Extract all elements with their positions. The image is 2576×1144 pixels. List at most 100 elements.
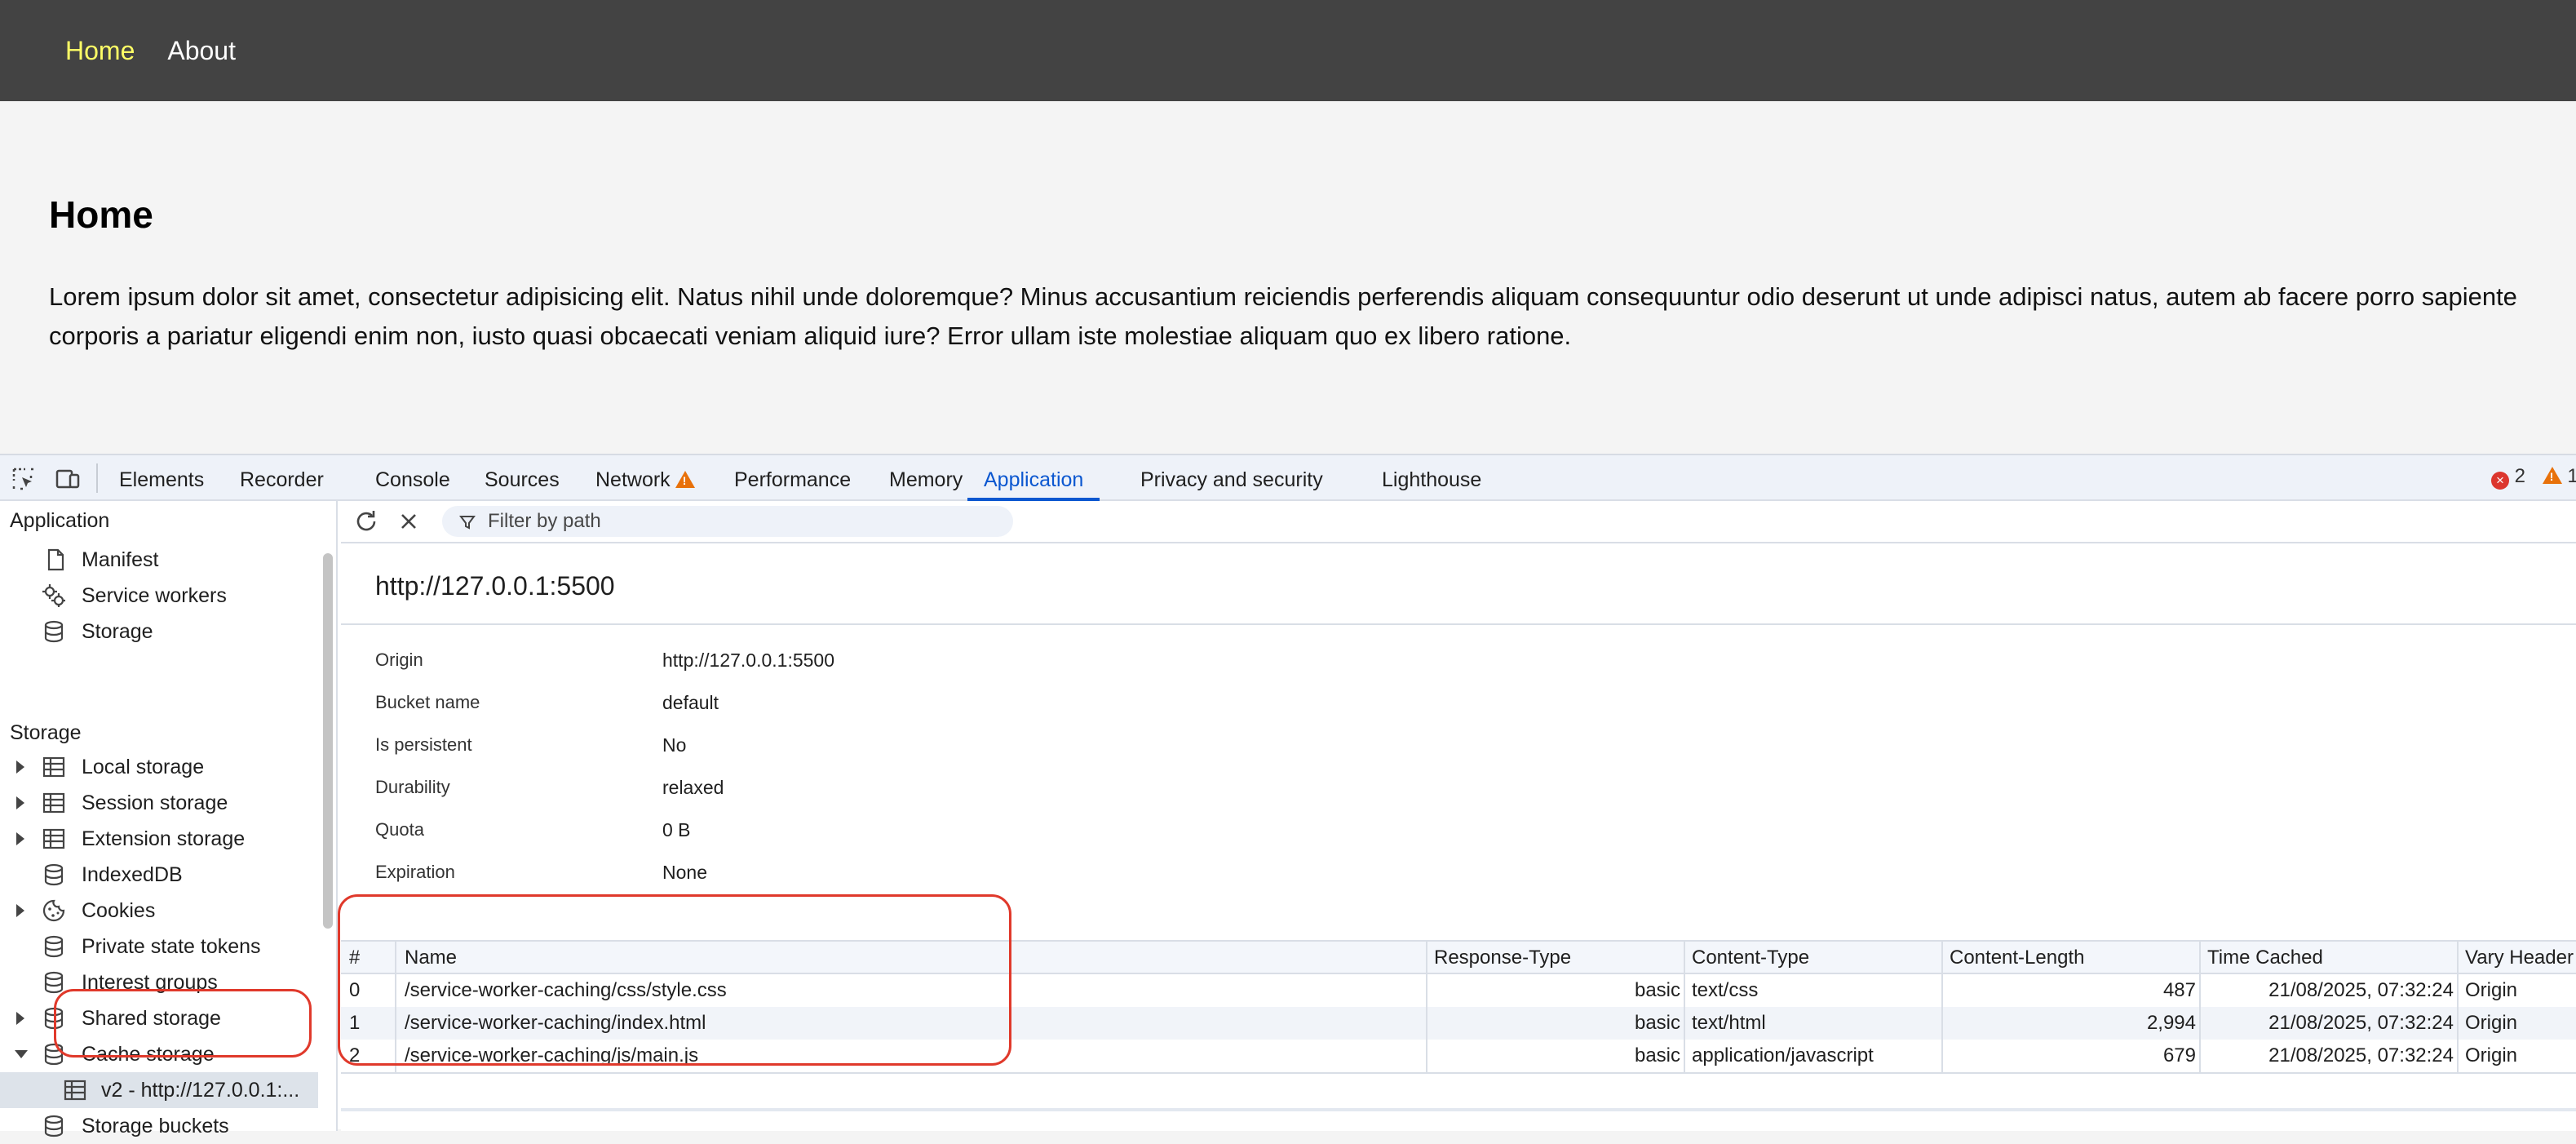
sidebar-item-label: Shared storage bbox=[82, 1006, 221, 1030]
expand-arrow-icon[interactable] bbox=[16, 832, 24, 845]
table-icon bbox=[42, 828, 65, 849]
sidebar-item-extension-storage[interactable]: Extension storage bbox=[0, 821, 318, 857]
expand-arrow-icon[interactable] bbox=[16, 904, 24, 917]
column-divider bbox=[1426, 940, 1427, 1074]
column-divider bbox=[395, 940, 396, 1074]
database-icon bbox=[44, 1007, 64, 1030]
column-header-name[interactable]: Name bbox=[405, 942, 457, 974]
tab-elements[interactable]: Elements bbox=[119, 455, 204, 501]
cell-content-length: 2,994 bbox=[2146, 1012, 2196, 1034]
database-icon bbox=[44, 971, 64, 994]
filter-input[interactable]: Filter by path bbox=[442, 506, 1013, 537]
cell-vary-header: Origin bbox=[2465, 1012, 2518, 1034]
cell-index: 1 bbox=[349, 1012, 361, 1034]
site-nav: Home About bbox=[0, 0, 2576, 101]
detail-key-origin: Origin bbox=[375, 650, 423, 670]
tab-network-label: Network bbox=[595, 468, 671, 491]
page-title: Home bbox=[49, 193, 153, 236]
tab-sources[interactable]: Sources bbox=[485, 455, 560, 501]
warning-triangle-icon: ! bbox=[675, 471, 695, 488]
tab-recorder[interactable]: Recorder bbox=[240, 455, 324, 501]
table-icon bbox=[64, 1080, 86, 1101]
sidebar-scrollbar[interactable] bbox=[323, 553, 333, 929]
sidebar-item-label: Cookies bbox=[82, 898, 156, 922]
sidebar-item-shared-storage[interactable]: Shared storage bbox=[0, 1000, 318, 1036]
divider bbox=[341, 623, 2576, 625]
column-divider bbox=[2199, 940, 2201, 1074]
expand-arrow-icon[interactable] bbox=[16, 760, 24, 774]
cell-name: /service-worker-caching/index.html bbox=[405, 1012, 706, 1034]
cell-vary-header: Origin bbox=[2465, 979, 2518, 1001]
origin-title: http://127.0.0.1:5500 bbox=[375, 571, 615, 601]
page-content: Home Lorem ipsum dolor sit amet, consect… bbox=[0, 101, 2576, 454]
sidebar-item-label: Session storage bbox=[82, 791, 228, 814]
sidebar-item-cache-v2[interactable]: v2 - http://127.0.0.1:... bbox=[0, 1072, 318, 1108]
detail-value-is-persistent: No bbox=[662, 734, 687, 756]
detail-key-is-persistent: Is persistent bbox=[375, 734, 472, 755]
column-divider bbox=[2457, 940, 2459, 1074]
sidebar-item-cookies[interactable]: Cookies bbox=[0, 893, 318, 929]
column-header-content-type[interactable]: Content-Type bbox=[1692, 942, 1809, 974]
sidebar-item-private-state-tokens[interactable]: Private state tokens bbox=[0, 929, 318, 964]
table-icon bbox=[42, 756, 65, 778]
sidebar-item-label: v2 - http://127.0.0.1:... bbox=[101, 1078, 300, 1102]
column-header-response-type[interactable]: Response-Type bbox=[1434, 942, 1571, 974]
sidebar-item-local-storage[interactable]: Local storage bbox=[0, 749, 318, 785]
nav-link-home[interactable]: Home bbox=[65, 36, 135, 66]
expand-arrow-icon[interactable] bbox=[16, 1012, 24, 1025]
sidebar-item-manifest[interactable]: Manifest bbox=[0, 542, 318, 578]
nav-link-about[interactable]: About bbox=[167, 36, 236, 66]
tab-performance[interactable]: Performance bbox=[734, 455, 851, 501]
sidebar-item-label: Manifest bbox=[82, 548, 159, 571]
devtools-tabbar: Elements Recorder Console Sources Networ… bbox=[0, 455, 2576, 501]
table-header-row: # Name Response-Type Content-Type Conten… bbox=[341, 940, 2576, 974]
table-bottom-border bbox=[341, 1072, 2576, 1074]
table-row[interactable]: 0 /service-worker-caching/css/style.css … bbox=[341, 974, 2576, 1007]
table-row[interactable]: 2 /service-worker-caching/js/main.js bas… bbox=[341, 1040, 2576, 1072]
inspect-element-icon[interactable] bbox=[10, 465, 38, 493]
sidebar-item-cache-storage[interactable]: Cache storage bbox=[0, 1036, 318, 1072]
tab-memory[interactable]: Memory bbox=[889, 455, 963, 501]
gears-icon bbox=[42, 584, 65, 607]
tab-console[interactable]: Console bbox=[375, 455, 450, 501]
cell-content-type: text/css bbox=[1692, 979, 1759, 1001]
clear-icon[interactable] bbox=[396, 509, 421, 534]
column-header-index[interactable]: # bbox=[349, 942, 360, 974]
refresh-icon[interactable] bbox=[352, 508, 380, 535]
sidebar-item-interest-groups[interactable]: Interest groups bbox=[0, 964, 318, 1000]
tab-network[interactable]: Network! bbox=[595, 455, 695, 501]
cell-content-length: 679 bbox=[2162, 1044, 2196, 1066]
sidebar-item-label: Extension storage bbox=[82, 827, 246, 850]
cell-content-length: 487 bbox=[2162, 979, 2196, 1001]
cell-response-type: basic bbox=[1634, 1044, 1680, 1066]
column-header-vary-header[interactable]: Vary Header bbox=[2465, 942, 2576, 974]
sidebar-item-session-storage[interactable]: Session storage bbox=[0, 785, 318, 821]
tab-privacy-and-security[interactable]: Privacy and security bbox=[1140, 455, 1323, 501]
detail-value-expiration: None bbox=[662, 862, 707, 883]
cell-time-cached: 21/08/2025, 07:32:24 bbox=[2268, 1012, 2454, 1034]
cell-content-type: text/html bbox=[1692, 1012, 1766, 1034]
detail-key-quota: Quota bbox=[375, 819, 424, 840]
column-header-time-cached[interactable]: Time Cached bbox=[2207, 942, 2323, 974]
device-toolbar-icon[interactable] bbox=[54, 465, 82, 493]
tab-lighthouse[interactable]: Lighthouse bbox=[1382, 455, 1481, 501]
tab-application[interactable]: Application bbox=[967, 455, 1100, 501]
collapse-arrow-icon[interactable] bbox=[15, 1050, 28, 1058]
sidebar-item-indexeddb[interactable]: IndexedDB bbox=[0, 857, 318, 893]
sidebar-item-storage-buckets[interactable]: Storage buckets bbox=[0, 1108, 318, 1144]
sidebar-item-label: Cache storage bbox=[82, 1042, 215, 1066]
table-row[interactable]: 1 /service-worker-caching/index.html bas… bbox=[341, 1007, 2576, 1040]
expand-arrow-icon[interactable] bbox=[16, 796, 24, 809]
cache-storage-panel: Filter by path http://127.0.0.1:5500 Ori… bbox=[341, 501, 2576, 1131]
sidebar-section-application: Application bbox=[10, 509, 110, 532]
preview-divider bbox=[341, 1108, 2576, 1111]
cell-vary-header: Origin bbox=[2465, 1044, 2518, 1066]
database-icon bbox=[44, 620, 64, 643]
sidebar-item-storage[interactable]: Storage bbox=[0, 614, 318, 650]
column-header-content-length[interactable]: Content-Length bbox=[1950, 942, 2084, 974]
sidebar-item-service-workers[interactable]: Service workers bbox=[0, 578, 318, 614]
detail-value-durability: relaxed bbox=[662, 777, 724, 798]
sidebar-item-label: Local storage bbox=[82, 755, 205, 778]
detail-value-quota: 0 B bbox=[662, 819, 691, 840]
issue-counts[interactable]: × 2 ! 1 bbox=[2491, 465, 2576, 490]
